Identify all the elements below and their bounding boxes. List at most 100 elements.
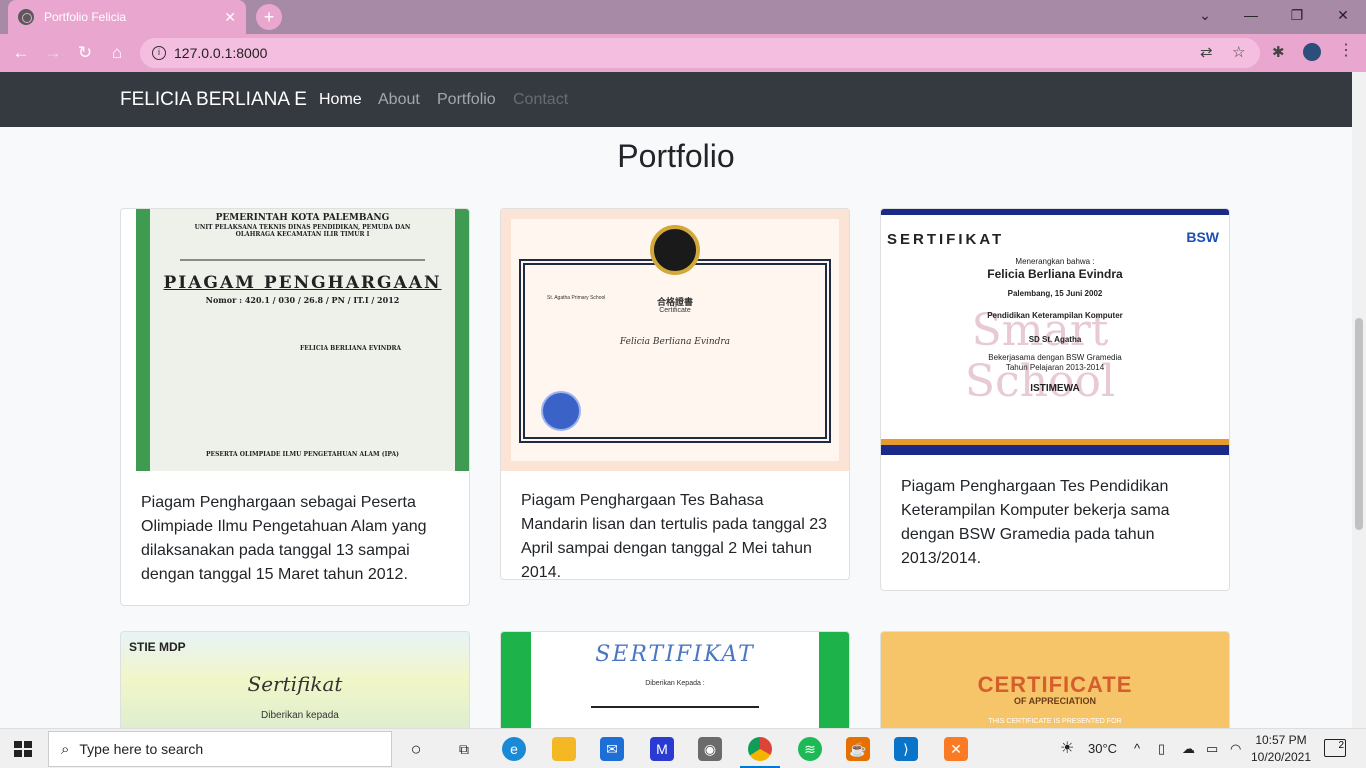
search-icon: ⌕ bbox=[61, 740, 70, 758]
back-icon[interactable]: ← bbox=[8, 40, 34, 66]
bookmark-star-icon[interactable]: ☆ bbox=[1232, 43, 1245, 61]
divider bbox=[180, 259, 425, 261]
camera-icon[interactable]: ◉ bbox=[698, 737, 722, 761]
wifi-icon[interactable]: ◠ bbox=[1230, 741, 1241, 757]
portfolio-card: PEMERINTAH KOTA PALEMBANG UNIT PELAKSANA… bbox=[120, 208, 470, 606]
mail-icon[interactable]: ✉ bbox=[600, 737, 624, 761]
globe-icon bbox=[18, 9, 34, 25]
portfolio-card: 合格證書 Certificate St. Agatha Primary Scho… bbox=[500, 208, 850, 580]
xampp-icon[interactable]: ✕ bbox=[944, 737, 968, 761]
cert-title: SERTIFIKAT bbox=[595, 642, 755, 667]
file-explorer-icon[interactable] bbox=[552, 737, 576, 761]
tab-search-button[interactable]: ⌄ bbox=[1182, 0, 1228, 30]
edge-icon[interactable]: e bbox=[502, 737, 526, 761]
seal-emblem bbox=[650, 225, 700, 275]
browser-menu-icon[interactable]: ⋮ bbox=[1338, 40, 1354, 60]
reload-icon[interactable]: ↻ bbox=[72, 40, 98, 66]
cert-result: ISTIMEWA bbox=[1030, 383, 1080, 394]
scrollbar-thumb[interactable] bbox=[1355, 318, 1363, 530]
tab-title: Portfolio Felicia bbox=[44, 10, 127, 24]
profile-avatar[interactable] bbox=[1301, 41, 1323, 63]
certificate-image: SERTIFIKAT BSW Smart School Menerangkan … bbox=[881, 209, 1229, 455]
certificate-image: PEMERINTAH KOTA PALEMBANG UNIT PELAKSANA… bbox=[136, 209, 469, 471]
home-icon[interactable]: ⌂ bbox=[104, 40, 130, 66]
chevron-up-icon[interactable]: ^ bbox=[1134, 741, 1140, 756]
cert-school: SD St. Agatha bbox=[1028, 335, 1082, 344]
device-icon[interactable]: ▯ bbox=[1158, 741, 1165, 757]
cert-recipient: Felicia Berliana Evindra bbox=[987, 267, 1123, 281]
weather-temp[interactable]: 30°C bbox=[1088, 741, 1117, 756]
cert-subtitle: Diberikan Kepada : bbox=[645, 680, 705, 687]
maximize-button[interactable]: ❐ bbox=[1274, 0, 1320, 30]
new-tab-button[interactable]: + bbox=[256, 4, 282, 30]
nav-home[interactable]: Home bbox=[319, 91, 362, 109]
cert-subheader: UNIT PELAKSANA TEKNIS DINAS PENDIDIKAN, … bbox=[194, 224, 411, 238]
weather-icon[interactable]: ☀ bbox=[1060, 738, 1074, 758]
forward-icon[interactable]: → bbox=[40, 40, 66, 66]
card-description: Piagam Penghargaan sebagai Peserta Olimp… bbox=[141, 494, 427, 583]
task-view-icon[interactable]: ⧉ bbox=[452, 737, 476, 761]
cert-dob: Palembang, 15 Juni 2002 bbox=[1007, 289, 1103, 298]
windows-taskbar: ⌕ Type here to search ○ ⧉ e ✉ M ◉ ≋ ☕ ⟩ … bbox=[0, 728, 1366, 768]
url-text: 127.0.0.1:8000 bbox=[174, 45, 268, 61]
cert-number: Nomor : 420.1 / 030 / 26.8 / PN / IT.I /… bbox=[205, 295, 400, 305]
certificate-image: 合格證書 Certificate St. Agatha Primary Scho… bbox=[501, 209, 849, 471]
battery-icon[interactable]: ▭ bbox=[1206, 741, 1218, 757]
system-clock[interactable]: 10:57 PM 10/20/2021 bbox=[1248, 732, 1314, 766]
name-line bbox=[591, 706, 759, 708]
cert-note: THIS CERTIFICATE IS PRESENTED FOR bbox=[988, 718, 1122, 725]
cert-school: St. Agatha Primary School bbox=[547, 295, 606, 301]
cloud-icon[interactable]: ☁ bbox=[1182, 741, 1195, 757]
close-window-button[interactable]: ✕ bbox=[1320, 0, 1366, 30]
cert-title: PIAGAM PENGHARGAAN bbox=[163, 273, 442, 293]
card-description: Piagam Penghargaan Tes Bahasa Mandarin l… bbox=[521, 492, 827, 580]
cert-header: STIE MDP bbox=[129, 640, 186, 654]
cert-subtitle: Diberikan kepada bbox=[261, 710, 339, 721]
clock-time: 10:57 PM bbox=[1255, 733, 1307, 747]
browser-toolbar: ← → ↻ ⌂ i 127.0.0.1:8000 ⇄ ☆ ✱ bbox=[0, 34, 1366, 72]
spotify-icon[interactable]: ≋ bbox=[798, 737, 822, 761]
cert-title: CERTIFICATE bbox=[977, 672, 1133, 697]
windows-start-icon[interactable] bbox=[14, 741, 32, 757]
nav-contact: Contact bbox=[513, 91, 569, 108]
browser-tab-bar: Portfolio Felicia ✕ + ⌄ — ❐ ✕ bbox=[0, 0, 1366, 34]
search-placeholder: Type here to search bbox=[79, 741, 204, 757]
cert-recipient: Felicia Berliana Evindra bbox=[619, 337, 731, 347]
cert-footer: PESERTA OLIMPIADE ILMU PENGETAHUAN ALAM … bbox=[206, 451, 399, 458]
vpn-icon[interactable]: M bbox=[650, 737, 674, 761]
clock-date: 10/20/2021 bbox=[1250, 750, 1312, 764]
cert-year: Tahun Pelajaran 2013-2014 bbox=[1005, 363, 1105, 372]
notification-center-icon[interactable]: 2 bbox=[1324, 739, 1346, 757]
decorative-bar bbox=[881, 439, 1229, 445]
portfolio-card: SERTIFIKAT BSW Smart School Menerangkan … bbox=[880, 208, 1230, 591]
page-title: Portfolio bbox=[617, 138, 735, 174]
address-bar[interactable]: i 127.0.0.1:8000 bbox=[140, 38, 1260, 68]
site-info-icon[interactable]: i bbox=[152, 46, 166, 60]
extensions-icon[interactable]: ✱ bbox=[1272, 43, 1285, 61]
school-badge bbox=[541, 391, 581, 431]
chrome-icon[interactable] bbox=[748, 737, 772, 761]
cert-course: Pendidikan Keterampilan Komputer bbox=[987, 311, 1123, 320]
cert-title: Sertifikat bbox=[247, 672, 343, 696]
site-navbar: FELICIA BERLIANA E Home About Portfolio … bbox=[0, 72, 1352, 127]
nav-about[interactable]: About bbox=[378, 91, 420, 109]
card-description: Piagam Penghargaan Tes Pendidikan Ketera… bbox=[901, 478, 1170, 567]
site-brand[interactable]: FELICIA BERLIANA E bbox=[120, 89, 307, 111]
minimize-button[interactable]: — bbox=[1228, 0, 1274, 30]
cert-header: PEMERINTAH KOTA PALEMBANG bbox=[215, 213, 390, 223]
page-scrollbar[interactable] bbox=[1352, 72, 1366, 728]
java-icon[interactable]: ☕ bbox=[846, 737, 870, 761]
vscode-icon[interactable]: ⟩ bbox=[894, 737, 918, 761]
translate-icon[interactable]: ⇄ bbox=[1200, 43, 1213, 61]
taskbar-search[interactable]: ⌕ Type here to search bbox=[48, 731, 392, 767]
browser-tab[interactable]: Portfolio Felicia ✕ bbox=[8, 0, 246, 34]
bsw-logo: BSW bbox=[1186, 229, 1219, 245]
cortana-icon[interactable]: ○ bbox=[404, 737, 428, 761]
nav-portfolio[interactable]: Portfolio bbox=[437, 91, 496, 109]
cert-partner: Bekerjasama dengan BSW Gramedia bbox=[988, 353, 1122, 362]
cert-subtitle: OF APPRECIATION bbox=[1013, 696, 1096, 706]
cert-header: SERTIFIKAT bbox=[887, 231, 1005, 248]
tab-close-icon[interactable]: ✕ bbox=[224, 9, 236, 26]
cert-subtitle: Certificate bbox=[659, 307, 691, 314]
cert-recipient: FELICIA BERLIANA EVINDRA bbox=[300, 345, 402, 352]
